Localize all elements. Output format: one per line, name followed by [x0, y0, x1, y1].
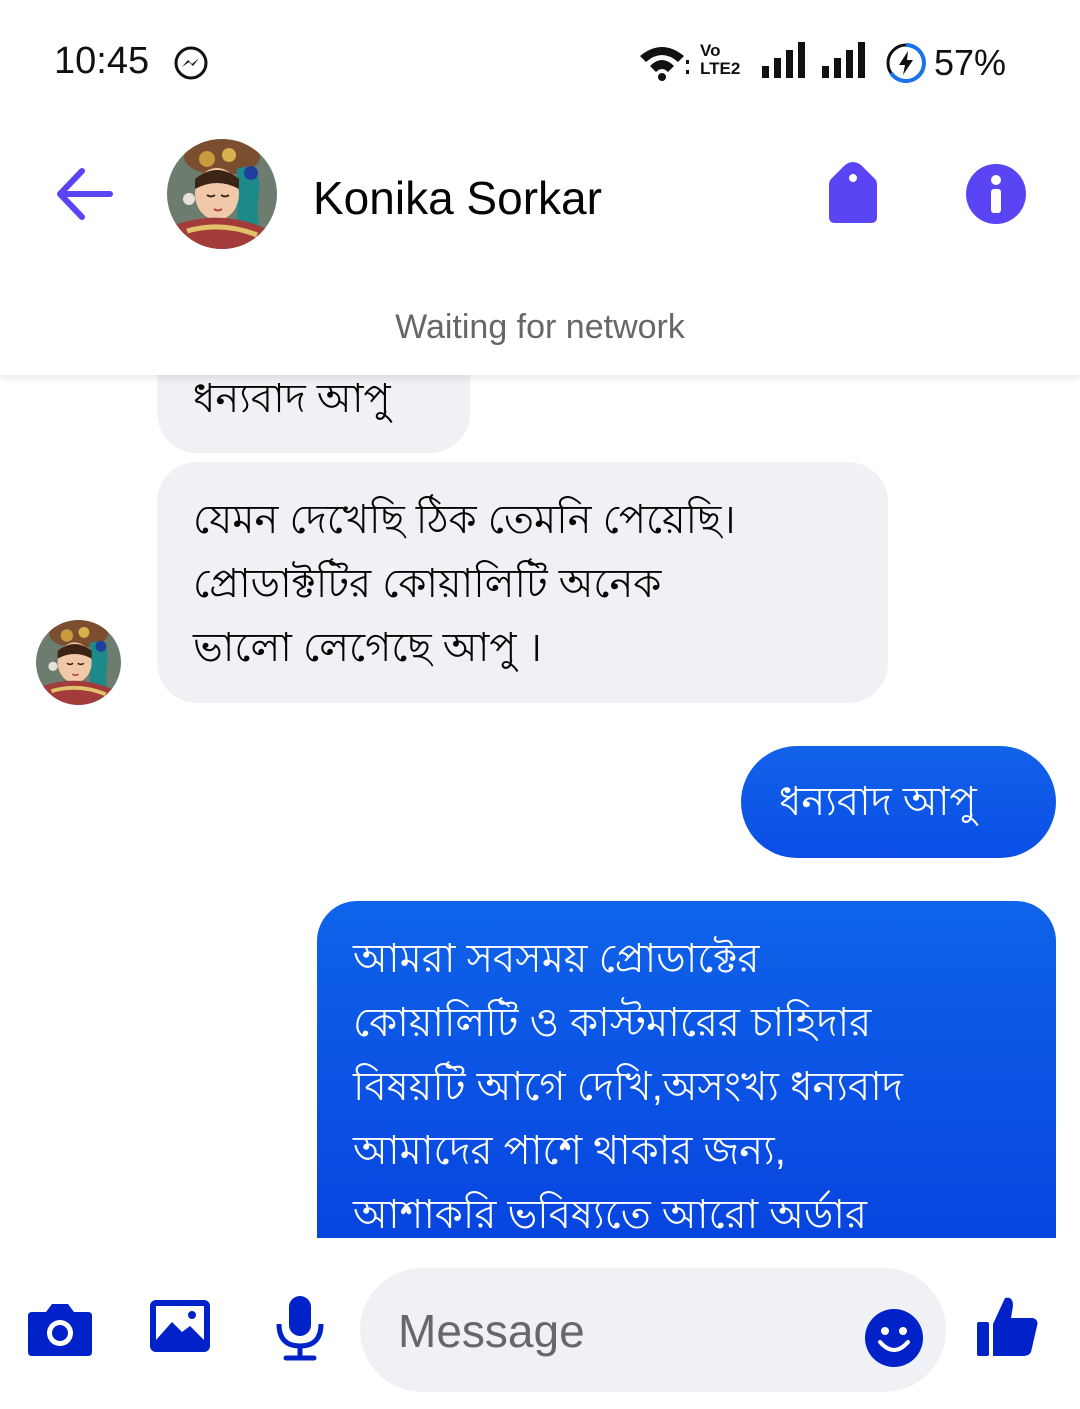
incoming-message[interactable]: যেমন দেখেছি ঠিক তেমনি পেয়েছি। প্রোডাক্ট… — [157, 462, 888, 703]
status-bar: 10:45 Vo LTE2 57% — [0, 0, 1080, 125]
volte-bottom-label: LTE2 — [700, 59, 741, 78]
message-composer: Message — [0, 1238, 1080, 1409]
volte-top-label: Vo — [700, 41, 721, 60]
message-input[interactable]: Message — [360, 1268, 946, 1392]
back-arrow-icon[interactable] — [52, 165, 116, 223]
volte-icon: Vo LTE2 — [700, 42, 740, 78]
network-status-bar: Waiting for network — [0, 270, 1080, 375]
messenger-icon — [174, 46, 208, 80]
status-time: 10:45 — [54, 40, 150, 82]
outgoing-message[interactable]: আমরা সবসময় প্রোডাক্টের কোয়ালিটি ও কাস্… — [317, 901, 1056, 1238]
incoming-message[interactable]: ধন্যবাদ আপু — [157, 375, 470, 453]
message-line: আমাদের পাশে থাকার জন্য, — [353, 1129, 786, 1173]
outgoing-message[interactable]: ধন্যবাদ আপু — [741, 746, 1056, 858]
gallery-icon[interactable] — [148, 1296, 212, 1356]
message-line: যেমন দেখেছি ঠিক তেমনি পেয়েছি। — [193, 498, 736, 542]
network-status-text: Waiting for network — [395, 308, 685, 346]
message-line: ভালো লেগেছে আপু । — [193, 626, 542, 670]
avatar-illustration-icon — [167, 139, 277, 249]
info-icon[interactable] — [965, 163, 1027, 225]
message-thread[interactable]: ধন্যবাদ আপু যেমন দেখেছি ঠিক তেমনি পেয়েছ… — [0, 375, 1080, 1238]
microphone-icon[interactable] — [272, 1294, 328, 1362]
message-placeholder: Message — [398, 1305, 585, 1357]
signal-icon — [822, 42, 865, 78]
wifi-icon — [640, 47, 689, 81]
message-text: ধন্যবাদ আপু — [193, 377, 391, 421]
signal-icon — [762, 42, 805, 78]
tag-icon[interactable] — [825, 161, 881, 225]
message-line: আমরা সবসময় প্রোডাক্টের — [353, 937, 760, 981]
avatar-illustration-icon — [36, 620, 121, 705]
contact-name[interactable]: Konika Sorkar — [313, 171, 602, 225]
contact-avatar[interactable] — [167, 139, 277, 249]
message-line: আশাকরি ভবিষ্যতে আরো অর্ডার — [353, 1193, 867, 1237]
camera-icon[interactable] — [26, 1300, 94, 1358]
message-line: বিষয়টি আগে দেখি,অসংখ্য ধন্যবাদ — [353, 1065, 903, 1109]
message-line: প্রোডাক্টটির কোয়ালিটি অনেক — [193, 562, 662, 606]
sender-avatar[interactable] — [36, 620, 121, 705]
battery-saver-icon — [886, 43, 926, 83]
battery-percent: 57% — [934, 42, 1007, 83]
conversation-header: Konika Sorkar — [0, 125, 1080, 270]
thumbs-up-icon[interactable] — [975, 1294, 1041, 1360]
message-text: ধন্যবাদ আপু — [779, 780, 977, 824]
message-line: কোয়ালিটি ও কাস্টমারের চাহিদার — [353, 1001, 872, 1045]
emoji-icon[interactable] — [864, 1308, 924, 1368]
